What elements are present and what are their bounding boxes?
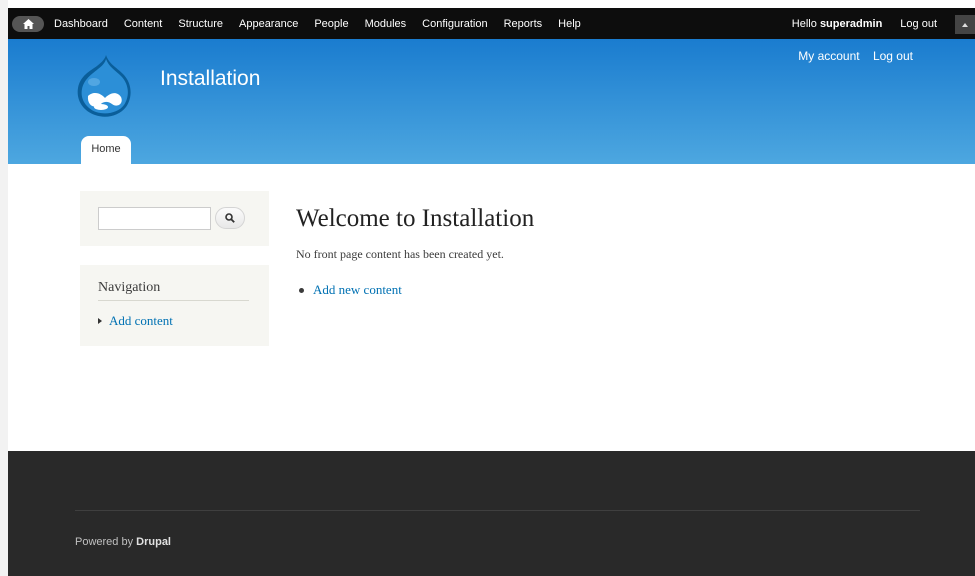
caret-up-icon	[962, 22, 968, 27]
my-account-link[interactable]: My account	[798, 49, 859, 63]
tab-home[interactable]: Home	[81, 136, 131, 164]
toolbar-item-content[interactable]: Content	[124, 18, 163, 30]
toolbar-item-structure[interactable]: Structure	[178, 18, 223, 30]
search-block	[80, 191, 269, 246]
drupal-link[interactable]: Drupal	[136, 536, 171, 548]
site-footer: Powered by Drupal	[8, 451, 975, 576]
toolbar-item-help[interactable]: Help	[558, 18, 581, 30]
site-header: Installation My account Log out Home	[8, 39, 975, 164]
hello-text: Hello	[791, 17, 817, 30]
toolbar-logout-link[interactable]: Log out	[900, 18, 937, 30]
search-button[interactable]	[215, 207, 245, 229]
main-content: Welcome to Installation No front page co…	[296, 205, 896, 298]
toolbar-item-modules[interactable]: Modules	[365, 18, 407, 30]
intro-text: No front page content has been created y…	[296, 247, 504, 261]
toolbar-item-dashboard[interactable]: Dashboard	[54, 18, 108, 30]
toolbar-menu: Dashboard Content Structure Appearance P…	[54, 8, 597, 39]
toolbar-user: Hello superadmin Log out	[792, 8, 937, 39]
header-logout-link[interactable]: Log out	[873, 49, 913, 63]
username[interactable]: superadmin	[820, 18, 882, 30]
navigation-title: Navigation	[98, 280, 249, 301]
content-links: Add new content	[296, 282, 896, 298]
navigation-block: Navigation Add content	[80, 265, 269, 346]
secondary-menu: My account Log out	[788, 49, 913, 63]
toolbar-drawer-toggle[interactable]	[955, 15, 975, 34]
search-icon	[225, 213, 235, 223]
nav-item-add-content[interactable]: Add content	[98, 313, 173, 329]
site-name[interactable]: Installation	[160, 67, 260, 91]
toolbar-item-appearance[interactable]: Appearance	[239, 18, 298, 30]
powered-by-text: Powered by	[75, 536, 134, 548]
page-title: Welcome to Installation	[296, 205, 535, 232]
drupal-logo[interactable]	[76, 54, 134, 118]
toolbar-home-button[interactable]	[12, 16, 44, 32]
toolbar-item-reports[interactable]: Reports	[504, 18, 543, 30]
nav-item-label[interactable]: Add content	[109, 313, 173, 329]
triangle-right-icon	[98, 318, 102, 324]
toolbar-item-configuration[interactable]: Configuration	[422, 18, 487, 30]
toolbar-item-people[interactable]: People	[314, 18, 348, 30]
powered-by: Powered by Drupal	[75, 536, 171, 548]
footer-divider	[75, 510, 920, 511]
add-new-content-link[interactable]: Add new content	[296, 282, 896, 298]
admin-toolbar: Dashboard Content Structure Appearance P…	[8, 8, 975, 39]
home-icon	[22, 19, 34, 29]
search-input[interactable]	[98, 207, 211, 230]
